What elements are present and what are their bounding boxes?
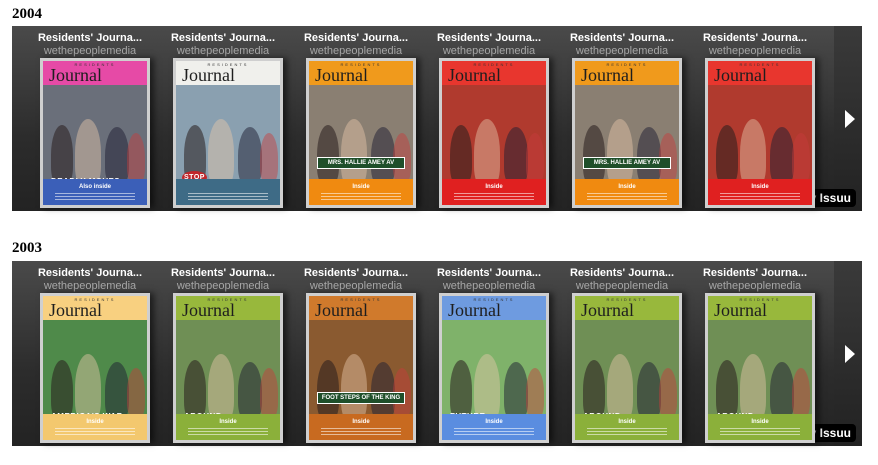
- issue-tile[interactable]: Residents' Journa... wethepeoplemedia RESI…: [296, 26, 416, 211]
- cover-inside-label: Inside: [751, 419, 769, 425]
- cover-photo: AROUND: [575, 320, 679, 422]
- issue-author[interactable]: wethepeoplemedia: [689, 280, 821, 292]
- cover-masthead: Journal: [714, 300, 767, 320]
- issue-tile[interactable]: Residents' Journa... wethepeoplemedia RESI…: [695, 261, 815, 446]
- issue-cover-thumbnail[interactable]: RESIDENTS Journal MRS. HALLIE AMEY AV Insid…: [306, 58, 416, 208]
- cover-inside-label: Inside: [352, 419, 370, 425]
- issue-cover-thumbnail[interactable]: RESIDENTSJournalAROUNDInside: [705, 293, 815, 443]
- issue-title[interactable]: Residents' Journa...: [556, 32, 688, 44]
- cover-photo: AROUND: [176, 320, 280, 422]
- cover-masthead: Journal: [49, 300, 102, 320]
- issue-author[interactable]: wethepeoplemedia: [423, 45, 555, 57]
- issue-cover-thumbnail[interactable]: RESIDENTS Journal STOP: [173, 58, 283, 208]
- cover-headline: MRS. HALLIE AMEY AV: [583, 157, 671, 169]
- chevron-right-icon: [845, 109, 855, 128]
- cover-inside-label: Also inside: [78, 184, 111, 190]
- issue-tile[interactable]: Residents' Journa... wethepeoplemedia RESI…: [30, 26, 150, 211]
- issue-cover-thumbnail[interactable]: RESIDENTS Journal Inside: [439, 58, 549, 208]
- cover-inside-label: Inside: [618, 184, 636, 190]
- cover-inside-label: Inside: [618, 419, 636, 425]
- cover-photo: FUTURE: [442, 320, 546, 422]
- issue-tile[interactable]: Residents' Journa... wethepeoplemedia RESI…: [163, 26, 283, 211]
- chevron-right-icon: [845, 344, 855, 363]
- issue-title[interactable]: Residents' Journa...: [689, 267, 821, 279]
- issue-tile[interactable]: Residents' Journa... wethepeoplemedia RESI…: [562, 261, 682, 446]
- cover-photo: DEADLY MOVES: [43, 85, 147, 187]
- issue-tile[interactable]: Residents' Journa... wethepeoplemedia RESI…: [429, 26, 549, 211]
- issue-cover-thumbnail[interactable]: RESIDENTSJournalAROUNDInside: [572, 293, 682, 443]
- cover-photo: AROUND: [708, 320, 812, 422]
- issue-title[interactable]: Residents' Journa...: [290, 32, 422, 44]
- issue-author[interactable]: wethepeoplemedia: [24, 45, 156, 57]
- issue-cover-thumbnail[interactable]: RESIDENTSJournalAMERICA'S WARInside: [40, 293, 150, 443]
- cover-headline: MRS. HALLIE AMEY AV: [317, 157, 405, 169]
- issue-title[interactable]: Residents' Journa...: [423, 267, 555, 279]
- cover-inside-label: Inside: [485, 184, 503, 190]
- shelf-next-button[interactable]: [834, 26, 862, 211]
- cover-photo: STOP: [176, 85, 280, 187]
- issue-tile[interactable]: Residents' Journa... wethepeoplemedia RESI…: [562, 26, 682, 211]
- issue-title[interactable]: Residents' Journa...: [556, 267, 688, 279]
- cover-masthead: Journal: [581, 65, 634, 85]
- issue-author[interactable]: wethepeoplemedia: [290, 45, 422, 57]
- issue-author[interactable]: wethepeoplemedia: [290, 280, 422, 292]
- year-heading-2003: 2003: [12, 240, 42, 256]
- issuu-shelf-2004: Shelf by Issuu Residents' Journa...wethe…: [12, 26, 862, 211]
- issue-cover-thumbnail[interactable]: RESIDENTS Journal Inside: [705, 58, 815, 208]
- issue-author[interactable]: wethepeoplemedia: [556, 280, 688, 292]
- cover-masthead: Journal: [49, 65, 102, 85]
- issue-author[interactable]: wethepeoplemedia: [157, 280, 289, 292]
- issue-author[interactable]: wethepeoplemedia: [24, 280, 156, 292]
- cover-masthead: Journal: [581, 300, 634, 320]
- issue-title[interactable]: Residents' Journa...: [157, 267, 289, 279]
- issue-title[interactable]: Residents' Journa...: [24, 267, 156, 279]
- cover-masthead: Journal: [315, 300, 368, 320]
- issue-title[interactable]: Residents' Journa...: [689, 32, 821, 44]
- cover-masthead: Journal: [714, 65, 767, 85]
- issue-cover-thumbnail[interactable]: RESIDENTSJournalAROUNDInside: [173, 293, 283, 443]
- cover-headline: FOOT STEPS OF THE KING: [317, 392, 405, 404]
- cover-photo: FOOT STEPS OF THE KING: [309, 320, 413, 422]
- cover-photo: AMERICA'S WAR: [43, 320, 147, 422]
- issue-cover-thumbnail[interactable]: RESIDENTSJournalFUTUREInside: [439, 293, 549, 443]
- issue-author[interactable]: wethepeoplemedia: [423, 280, 555, 292]
- shelf-next-button[interactable]: [834, 261, 862, 446]
- issue-tile[interactable]: Residents' Journa... wethepeoplemedia RESI…: [296, 261, 416, 446]
- issue-title[interactable]: Residents' Journa...: [423, 32, 555, 44]
- issue-cover-thumbnail[interactable]: RESIDENTS Journal FOOT STEPS OF THE KING In…: [306, 293, 416, 443]
- issue-tile[interactable]: Residents' Journa... wethepeoplemedia RESI…: [429, 261, 549, 446]
- cover-masthead: Journal: [182, 300, 235, 320]
- issue-title[interactable]: Residents' Journa...: [290, 267, 422, 279]
- cover-masthead: Journal: [448, 65, 501, 85]
- issue-tile[interactable]: Residents' Journa... wethepeoplemedia RESI…: [30, 261, 150, 446]
- issue-author[interactable]: wethepeoplemedia: [556, 45, 688, 57]
- issue-tile[interactable]: Residents' Journa... wethepeoplemedia RESI…: [163, 261, 283, 446]
- cover-photo: MRS. HALLIE AMEY AV: [309, 85, 413, 187]
- cover-photo: MRS. HALLIE AMEY AV: [575, 85, 679, 187]
- cover-inside-label: Inside: [219, 419, 237, 425]
- cover-masthead: Journal: [315, 65, 368, 85]
- cover-inside-label: Inside: [485, 419, 503, 425]
- issue-cover-thumbnail[interactable]: RESIDENTSJournalDEADLY MOVESAlso inside: [40, 58, 150, 208]
- cover-inside-label: Inside: [751, 184, 769, 190]
- issuu-shelf-2003: Shelf by Issuu Residents' Journa...wethe…: [12, 261, 862, 446]
- cover-masthead: Journal: [182, 65, 235, 85]
- issue-author[interactable]: wethepeoplemedia: [157, 45, 289, 57]
- issue-title[interactable]: Residents' Journa...: [157, 32, 289, 44]
- cover-photo: [442, 85, 546, 187]
- issue-tile[interactable]: Residents' Journa... wethepeoplemedia RESI…: [695, 26, 815, 211]
- cover-masthead: Journal: [448, 300, 501, 320]
- cover-inside-label: Inside: [86, 419, 104, 425]
- issue-cover-thumbnail[interactable]: RESIDENTS Journal MRS. HALLIE AMEY AV Insid…: [572, 58, 682, 208]
- year-heading-2004: 2004: [12, 6, 42, 22]
- issue-title[interactable]: Residents' Journa...: [24, 32, 156, 44]
- issue-author[interactable]: wethepeoplemedia: [689, 45, 821, 57]
- cover-photo: [708, 85, 812, 187]
- cover-inside-label: Inside: [352, 184, 370, 190]
